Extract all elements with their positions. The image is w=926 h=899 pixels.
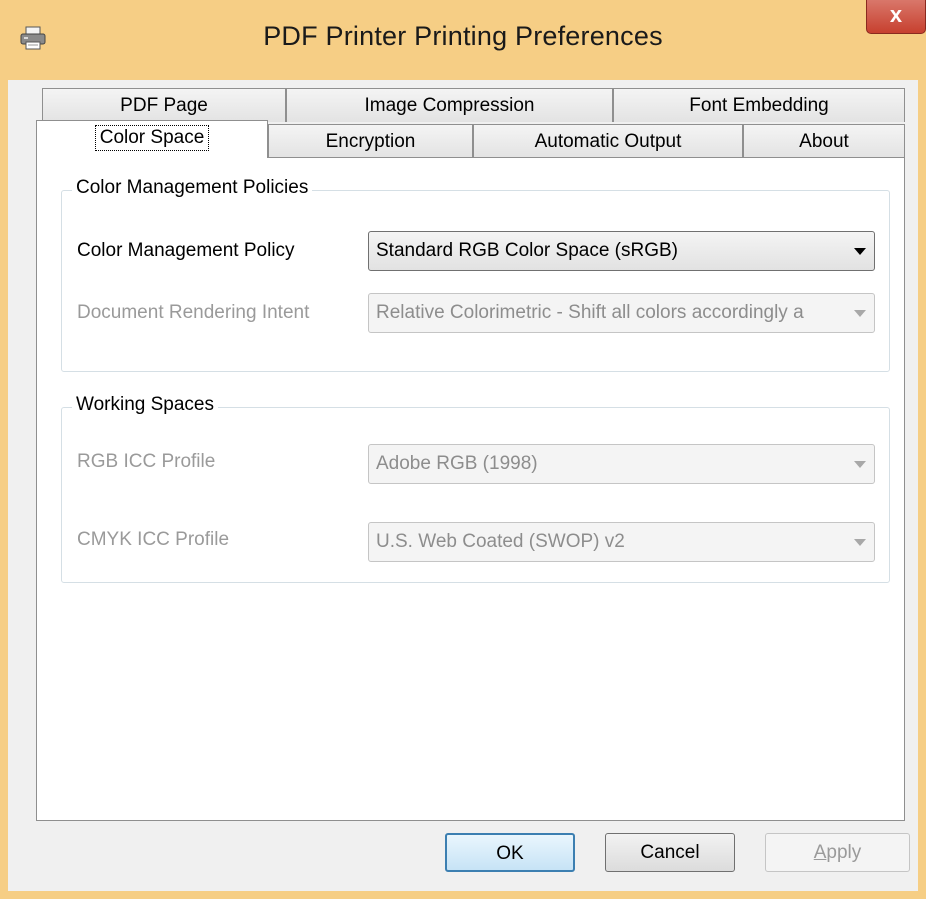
color-policy-dropdown[interactable]: Standard RGB Color Space (sRGB) xyxy=(368,231,875,271)
policy-label: Color Management Policy xyxy=(77,240,295,261)
title-bar[interactable]: PDF Printer Printing Preferences x xyxy=(0,0,926,80)
rgb-profile-dropdown[interactable]: Adobe RGB (1998) xyxy=(368,444,875,484)
tab-pdf-page[interactable]: PDF Page xyxy=(42,88,286,122)
rgb-profile-value: Adobe RGB (1998) xyxy=(376,453,538,474)
window-title: PDF Printer Printing Preferences xyxy=(263,21,663,51)
working-spaces-group-title: Working Spaces xyxy=(72,394,218,416)
dialog-window: PDF Printer Printing Preferences x PDF P… xyxy=(0,0,926,899)
ok-button[interactable]: OK xyxy=(445,833,575,872)
close-button[interactable]: x xyxy=(866,0,926,34)
tab-color-space[interactable]: Color Space xyxy=(36,120,268,158)
apply-button[interactable]: Apply xyxy=(765,833,910,872)
chevron-down-icon xyxy=(854,248,866,255)
rendering-intent-dropdown[interactable]: Relative Colorimetric - Shift all colors… xyxy=(368,293,875,333)
cmyk-profile-value: U.S. Web Coated (SWOP) v2 xyxy=(376,531,625,552)
color-management-group: Color Management Policies Color Manageme… xyxy=(61,177,890,372)
rendering-intent-value: Relative Colorimetric - Shift all colors… xyxy=(376,302,804,323)
working-spaces-group: Working Spaces RGB ICC Profile Adobe RGB… xyxy=(61,394,890,583)
color-space-panel: Color Management Policies Color Manageme… xyxy=(36,157,905,821)
cmyk-profile-dropdown[interactable]: U.S. Web Coated (SWOP) v2 xyxy=(368,522,875,562)
tab-encryption[interactable]: Encryption xyxy=(268,124,473,158)
rgb-profile-label: RGB ICC Profile xyxy=(77,451,216,472)
color-policy-value: Standard RGB Color Space (sRGB) xyxy=(376,240,679,261)
cancel-button[interactable]: Cancel xyxy=(605,833,735,872)
intent-label: Document Rendering Intent xyxy=(77,302,310,323)
tab-automatic-output[interactable]: Automatic Output xyxy=(473,124,743,158)
dialog-client-area: PDF Page Image Compression Font Embeddin… xyxy=(8,80,918,891)
color-management-group-title: Color Management Policies xyxy=(72,177,313,199)
chevron-down-icon xyxy=(854,310,866,317)
chevron-down-icon xyxy=(854,539,866,546)
tab-font-embedding[interactable]: Font Embedding xyxy=(613,88,905,122)
cmyk-profile-label: CMYK ICC Profile xyxy=(77,529,230,550)
apply-label-rest: pply xyxy=(826,842,862,863)
apply-accelerator: A xyxy=(813,842,827,863)
tab-image-compression[interactable]: Image Compression xyxy=(286,88,613,122)
tab-color-space-label: Color Space xyxy=(94,125,210,151)
chevron-down-icon xyxy=(854,461,866,468)
tab-about[interactable]: About xyxy=(743,124,905,158)
